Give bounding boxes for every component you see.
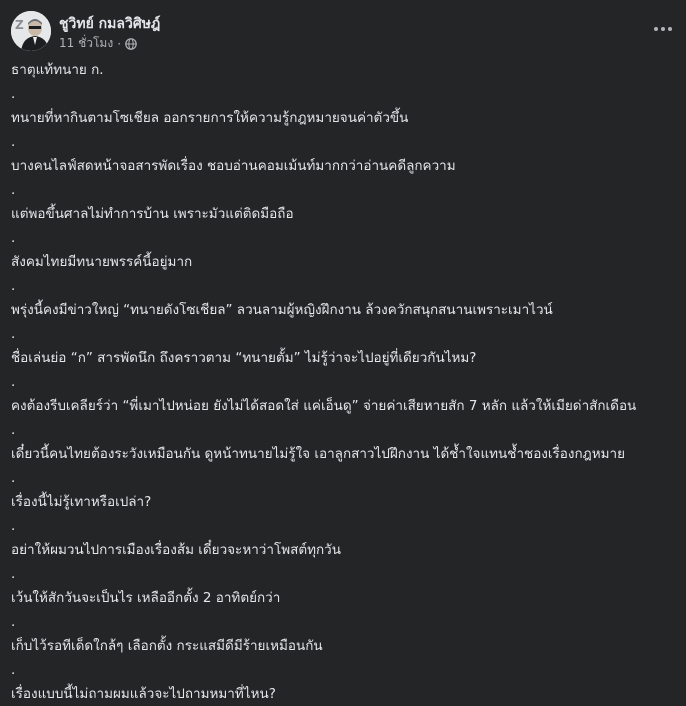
post-line-separator: . xyxy=(11,566,16,582)
facebook-post: Z ชูวิทย์ กมลวิศิษฎ์ 11 ชั่วโมง · ธาตุแท… xyxy=(0,0,686,702)
post-line-separator: . xyxy=(11,86,16,102)
post-line-separator: . xyxy=(11,182,16,198)
post-line: พรุ่งนี้คงมีข่าวใหญ่ “ทนายดังโซเชียล” ลว… xyxy=(11,302,553,318)
post-line-separator: . xyxy=(11,230,16,246)
post-line: ชื่อเล่นย่อ “ก” สารพัดนึก ถึงคราวตาม “ทน… xyxy=(11,350,477,366)
post-line-separator: . xyxy=(11,614,16,630)
post-line: เก็บไว้รอทีเด็ดใกล้ๆ เลือกตั้ง กระแสมีดี… xyxy=(11,638,323,654)
post-line-separator: . xyxy=(11,422,16,438)
post-line-separator: . xyxy=(11,470,16,486)
avatar[interactable]: Z xyxy=(11,11,51,51)
post-line: เรื่องแบบนี้ไม่ถามผมแล้วจะไปถามหมาที่ไหน… xyxy=(11,686,276,702)
post-line-separator: . xyxy=(11,518,16,534)
post-line-separator: . xyxy=(11,374,16,390)
post-line-separator: . xyxy=(11,278,16,294)
profile-photo: Z xyxy=(11,11,51,51)
more-options-icon xyxy=(654,27,672,31)
post-line: เรื่องนี้ไม่รู้เทาหรือเปล่า? xyxy=(11,494,152,510)
author-name[interactable]: ชูวิทย์ กมลวิศิษฎ์ xyxy=(59,13,160,35)
post-line: แต่พอขึ้นศาลไม่ทำการบ้าน เพราะมัวแต่ติดม… xyxy=(11,206,294,222)
globe-icon[interactable] xyxy=(125,37,137,50)
post-line-separator: . xyxy=(11,662,16,678)
post-meta: 11 ชั่วโมง · xyxy=(59,34,137,53)
post-line: เว้นให้สักวันจะเป็นไร เหลืออีกตั้ง 2 อาท… xyxy=(11,590,281,606)
more-options-button[interactable] xyxy=(651,17,675,41)
post-line: ธาตุแท้ทนาย ก. xyxy=(11,62,104,78)
post-line: อย่าให้ผมวนไปการเมืองเรื่องส้ม เดี๋ยวจะห… xyxy=(11,542,341,558)
meta-separator: · xyxy=(117,36,122,51)
post-line: เดี๋ยวนี้คนไทยต้องระวังเหมือนกัน ดูหน้าท… xyxy=(11,446,625,462)
post-text: ธาตุแท้ทนาย ก. . ทนายที่หากินตามโซเชียล … xyxy=(11,58,675,706)
post-line-separator: . xyxy=(11,326,16,342)
post-line: คงต้องรีบเคลียร์ว่า “พี่เมาไปหน่อย ยังไม… xyxy=(11,398,637,414)
post-header: Z ชูวิทย์ กมลวิศิษฎ์ 11 ชั่วโมง · xyxy=(11,11,675,53)
post-line: ทนายที่หากินตามโซเชียล ออกรายการให้ความร… xyxy=(11,110,409,126)
post-line-separator: . xyxy=(11,134,16,150)
post-timestamp[interactable]: 11 ชั่วโมง xyxy=(59,34,113,53)
post-line: บางคนไลฟ์สดหน้าจอสารพัดเรื่อง ชอบอ่านคอม… xyxy=(11,158,456,174)
post-line: สังคมไทยมีทนายพรรค์นี้อยู่มาก xyxy=(11,254,193,270)
svg-text:Z: Z xyxy=(15,18,24,32)
